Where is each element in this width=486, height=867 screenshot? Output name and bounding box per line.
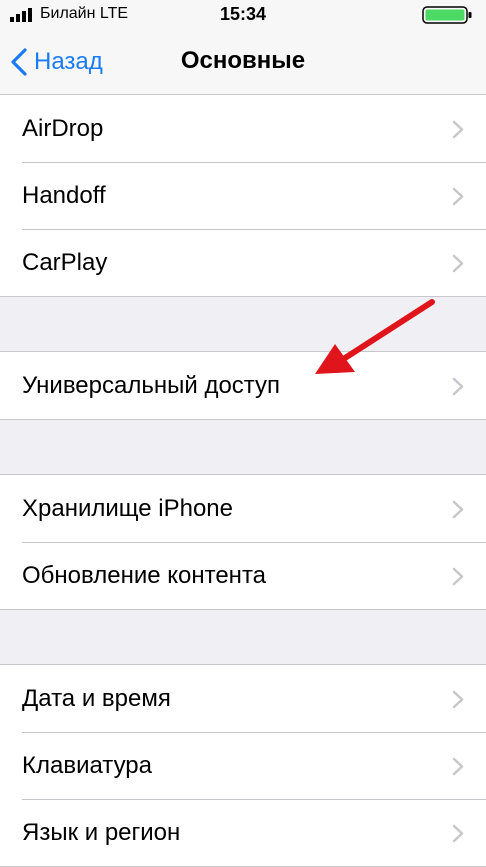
row-handoff[interactable]: Handoff xyxy=(0,162,486,229)
chevron-right-icon xyxy=(452,690,464,708)
clock: 15:34 xyxy=(219,4,267,24)
row-label: AirDrop xyxy=(22,114,104,142)
chevron-right-icon xyxy=(452,377,464,395)
row-keyboard[interactable]: Клавиатура xyxy=(0,732,486,799)
row-label: CarPlay xyxy=(22,248,108,276)
settings-list: AirDrop Handoff CarPlay Универсальный до… xyxy=(0,95,486,867)
row-label: Handoff xyxy=(22,181,106,209)
status-bar: Билайн LTE 15:34 xyxy=(0,0,486,30)
row-label: Язык и регион xyxy=(22,818,181,846)
settings-group-locale: Дата и время Клавиатура Язык и регион xyxy=(0,664,486,867)
row-accessibility[interactable]: Универсальный доступ xyxy=(0,352,486,419)
chevron-right-icon xyxy=(452,187,464,205)
navigation-bar: Назад Основные xyxy=(0,30,486,95)
chevron-right-icon xyxy=(452,567,464,585)
row-carplay[interactable]: CarPlay xyxy=(0,229,486,296)
row-airdrop[interactable]: AirDrop xyxy=(0,95,486,162)
row-date-time[interactable]: Дата и время xyxy=(0,665,486,732)
settings-group-accessibility: Универсальный доступ xyxy=(0,351,486,420)
row-label: Клавиатура xyxy=(22,751,152,779)
chevron-right-icon xyxy=(452,500,464,518)
row-label: Дата и время xyxy=(22,684,171,712)
row-label: Обновление контента xyxy=(22,561,267,589)
page-title: Основные xyxy=(180,47,306,74)
chevron-right-icon xyxy=(452,120,464,138)
row-background-refresh[interactable]: Обновление контента xyxy=(0,542,486,609)
settings-group-storage: Хранилище iPhone Обновление контента xyxy=(0,474,486,610)
row-language-region[interactable]: Язык и регион xyxy=(0,799,486,866)
battery-icon xyxy=(422,6,472,24)
settings-group-connectivity: AirDrop Handoff CarPlay xyxy=(0,95,486,297)
row-label: Хранилище iPhone xyxy=(22,494,233,522)
row-label: Универсальный доступ xyxy=(22,371,281,399)
chevron-right-icon xyxy=(452,824,464,842)
chevron-right-icon xyxy=(452,757,464,775)
chevron-right-icon xyxy=(452,254,464,272)
row-iphone-storage[interactable]: Хранилище iPhone xyxy=(0,475,486,542)
